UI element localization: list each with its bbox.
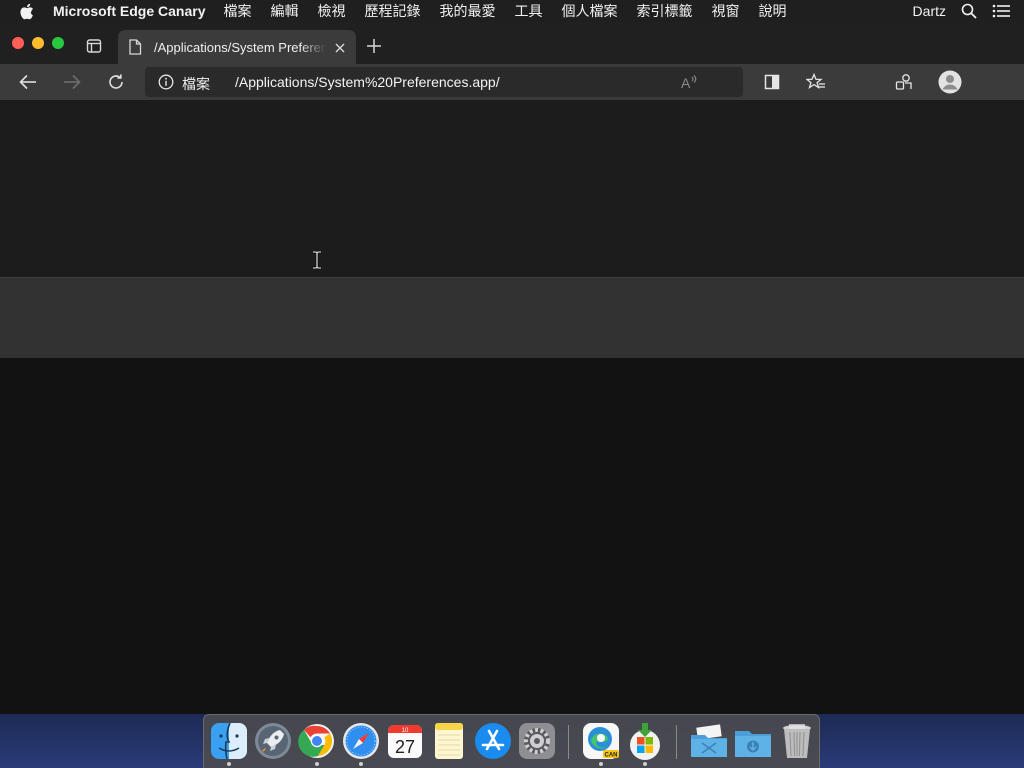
back-arrow-icon[interactable] — [18, 72, 38, 92]
calendar-icon[interactable]: 10 27 — [385, 721, 425, 761]
extensions-icon[interactable] — [894, 72, 914, 92]
launchpad-icon[interactable] — [253, 721, 293, 761]
close-tab-icon[interactable] — [334, 41, 346, 53]
menu-edit[interactable]: 編輯 — [270, 1, 298, 21]
svg-text:A: A — [681, 75, 691, 91]
tab-title: /Applications/System Preferences.app/ — [154, 39, 326, 55]
page-content[interactable] — [0, 100, 1024, 714]
menu-favorites[interactable]: 我的最愛 — [439, 1, 495, 21]
trash-icon[interactable] — [777, 721, 817, 761]
running-indicator — [599, 762, 603, 766]
split-screen-icon[interactable] — [762, 72, 782, 92]
tab-strip: /Applications/System Preferences.app/ — [0, 22, 1024, 64]
spotlight-search-icon[interactable] — [960, 2, 978, 20]
menu-view[interactable]: 檢視 — [317, 1, 345, 21]
installer-icon[interactable] — [625, 721, 665, 761]
menu-file[interactable]: 檔案 — [223, 1, 251, 21]
notes-icon[interactable] — [429, 721, 469, 761]
downloads-folder-icon[interactable] — [733, 721, 773, 761]
app-store-icon[interactable] — [473, 721, 513, 761]
mail-folder-icon[interactable] — [689, 721, 729, 761]
apple-menu-icon[interactable] — [19, 2, 35, 20]
calendar-month-text: 10 — [402, 728, 409, 734]
finder-icon[interactable] — [209, 721, 249, 761]
running-indicator — [359, 762, 363, 766]
dock-separator — [676, 725, 677, 759]
zoom-window-button[interactable] — [52, 37, 64, 49]
menu-history[interactable]: 歷程記錄 — [364, 1, 420, 21]
system-preferences-icon[interactable] — [517, 721, 557, 761]
running-indicator — [643, 762, 647, 766]
new-tab-icon[interactable] — [366, 38, 382, 54]
page-icon — [128, 39, 142, 55]
menu-tools[interactable]: 工具 — [514, 1, 542, 21]
safari-icon[interactable] — [341, 721, 381, 761]
read-aloud-icon[interactable]: A — [680, 73, 698, 91]
address-bar[interactable]: 檔案 /Applications/System%20Preferences.ap… — [145, 67, 743, 97]
menu-profiles[interactable]: 個人檔案 — [561, 1, 617, 21]
menu-window[interactable]: 視窗 — [711, 1, 739, 21]
canary-badge-text: CAN — [605, 753, 618, 759]
page-highlight-band — [0, 277, 1024, 358]
tab-actions-icon[interactable] — [86, 38, 102, 54]
address-url[interactable]: /Applications/System%20Preferences.app/ — [235, 74, 500, 90]
refresh-icon[interactable] — [106, 72, 126, 92]
running-indicator — [315, 762, 319, 766]
menu-bar: Microsoft Edge Canary 檔案 編輯 檢視 歷程記錄 我的最愛… — [0, 0, 1024, 22]
calendar-day-text: 27 — [395, 737, 415, 757]
dock-separator — [568, 725, 569, 759]
favorites-icon[interactable] — [806, 72, 826, 92]
close-window-button[interactable] — [12, 37, 24, 49]
running-indicator — [227, 762, 231, 766]
app-name-menu[interactable]: Microsoft Edge Canary — [53, 3, 205, 19]
site-info-icon[interactable] — [158, 74, 174, 90]
minimize-window-button[interactable] — [32, 37, 44, 49]
page-top-area — [0, 100, 1024, 277]
menubar-user-name[interactable]: Dartz — [913, 3, 946, 19]
browser-toolbar: 檔案 /Applications/System%20Preferences.ap… — [0, 64, 1024, 100]
menu-tabs[interactable]: 索引標籤 — [636, 1, 692, 21]
dock: 10 27 CAN — [203, 714, 820, 768]
control-center-list-icon[interactable] — [992, 2, 1010, 20]
text-cursor-icon — [311, 250, 323, 270]
chrome-icon[interactable] — [297, 721, 337, 761]
address-scheme-label: 檔案 — [182, 76, 210, 92]
tab-active[interactable]: /Applications/System Preferences.app/ — [118, 30, 356, 64]
forward-arrow-icon[interactable] — [62, 72, 82, 92]
edge-canary-icon[interactable]: CAN — [581, 721, 621, 761]
profile-avatar-icon[interactable] — [938, 70, 962, 94]
menu-help[interactable]: 說明 — [758, 1, 786, 21]
